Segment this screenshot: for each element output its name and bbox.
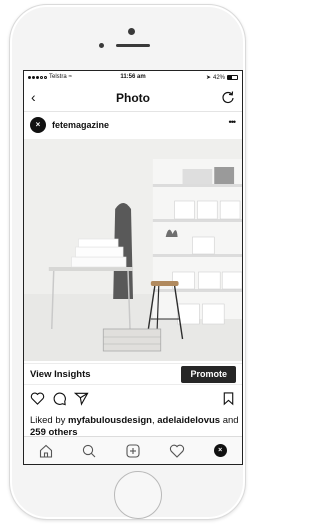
profile-icon: ×	[213, 444, 227, 457]
home-icon[interactable]	[38, 443, 54, 459]
search-icon[interactable]	[81, 443, 97, 459]
home-button[interactable]	[114, 471, 162, 519]
promote-button[interactable]: Promote	[181, 366, 236, 383]
nav-bar: ‹ Photo	[24, 84, 242, 112]
post-header: × fetemagazine •••	[24, 112, 242, 139]
insights-bar: View Insights Promote	[24, 363, 242, 385]
likes-prefix: Liked by	[30, 415, 69, 426]
proximity-sensor	[99, 43, 104, 48]
earpiece-speaker	[116, 44, 150, 47]
activity-heart-icon[interactable]	[169, 443, 185, 459]
comment-icon[interactable]	[52, 391, 67, 406]
post-actions	[24, 389, 242, 409]
app-screen: Telstra ≈ 11:56 am ➤ 42% ‹ Photo × fetem…	[23, 70, 243, 465]
status-right: ➤ 42%	[206, 74, 238, 81]
bookmark-icon[interactable]	[221, 391, 236, 406]
avatar[interactable]: ×	[30, 117, 46, 133]
add-post-icon[interactable]	[125, 443, 141, 459]
view-insights-link[interactable]: View Insights	[30, 369, 91, 380]
post-username[interactable]: fetemagazine	[52, 120, 109, 130]
page-title: Photo	[116, 91, 150, 105]
status-bar: Telstra ≈ 11:56 am ➤ 42%	[24, 71, 242, 84]
profile-tab[interactable]: ×	[212, 443, 228, 459]
likes-separator: ,	[151, 415, 155, 426]
liked-user-2[interactable]: adelaidelovus	[157, 415, 220, 426]
post-photo[interactable]	[24, 139, 242, 361]
more-icon[interactable]: •••	[229, 117, 237, 127]
battery-icon	[227, 75, 238, 80]
location-icon: ➤	[205, 75, 211, 81]
battery-percent: 42%	[212, 74, 225, 81]
heart-icon[interactable]	[30, 391, 45, 406]
refresh-icon[interactable]	[221, 90, 235, 104]
liked-user-1[interactable]: myfabulousdesign	[68, 415, 152, 426]
tab-bar: ×	[24, 436, 242, 464]
likes-conj: and	[220, 415, 239, 426]
front-camera	[128, 28, 135, 35]
send-icon[interactable]	[74, 391, 89, 406]
